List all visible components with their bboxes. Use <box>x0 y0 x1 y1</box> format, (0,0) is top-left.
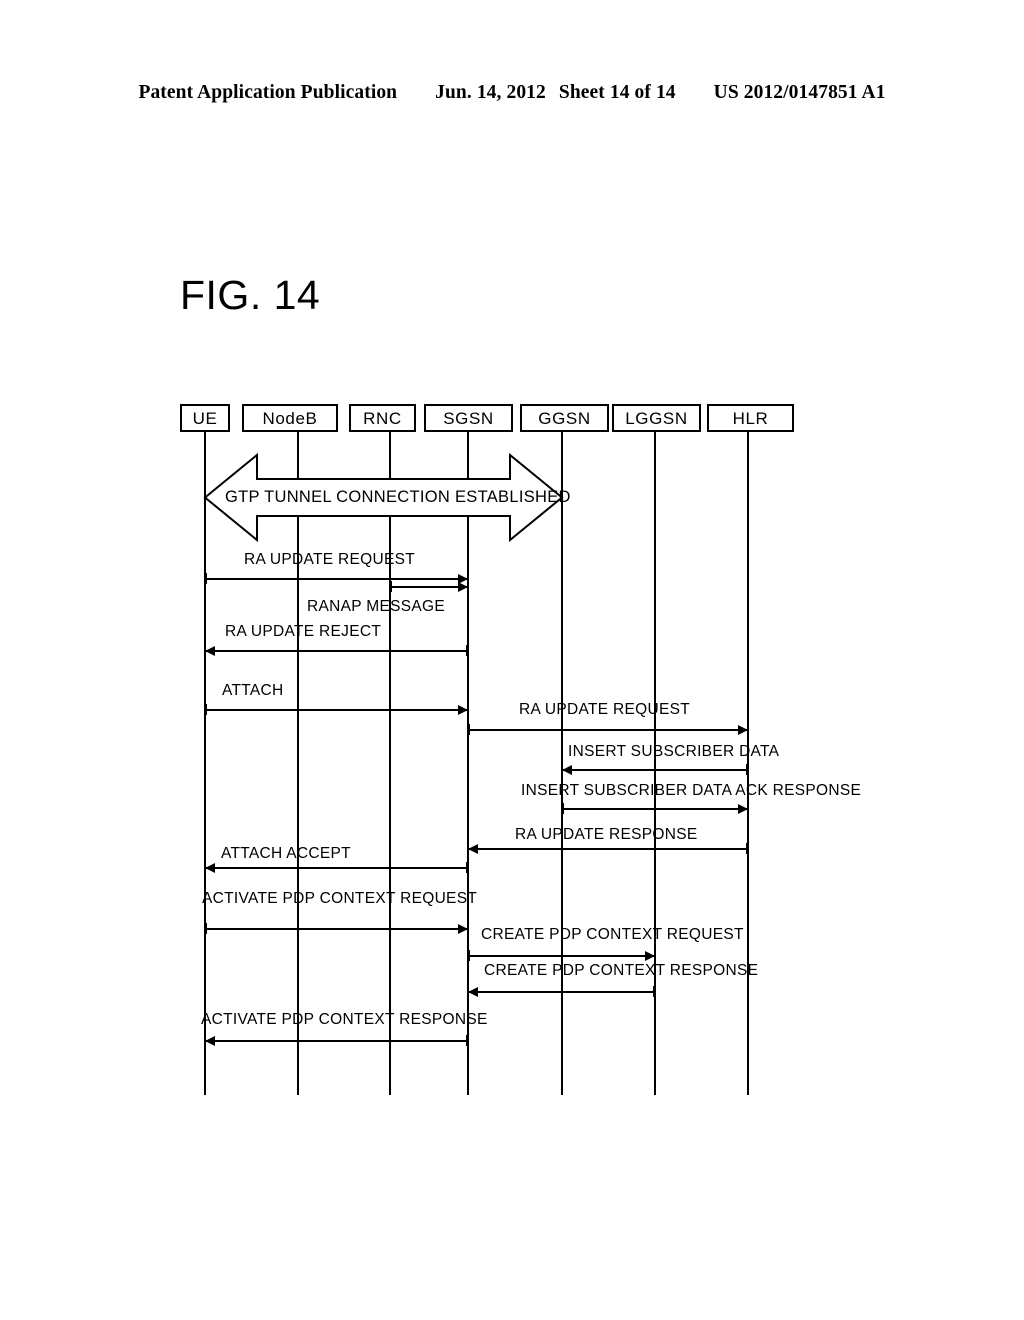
node-box-rnc: RNC <box>349 404 416 432</box>
message-tail-tick <box>205 923 207 934</box>
message-line <box>468 848 748 850</box>
message-line <box>205 709 468 711</box>
message-label: ACTIVATE PDP CONTEXT REQUEST <box>202 890 478 907</box>
message-line <box>468 729 748 731</box>
message-line <box>205 928 468 930</box>
message-label: RA UPDATE REQUEST <box>244 551 416 568</box>
node-box-lggsn: LGGSN <box>612 404 701 432</box>
message-label: ATTACH <box>222 682 284 699</box>
message-label: ACTIVATE PDP CONTEXT RESPONSE <box>201 1011 488 1028</box>
message-tail-tick <box>468 724 470 735</box>
message-tail-tick <box>746 843 748 854</box>
arrow-head-right <box>458 924 468 934</box>
node-box-label: UE <box>192 409 218 428</box>
message-label: RA UPDATE RESPONSE <box>515 826 698 843</box>
message-label: INSERT SUBSCRIBER DATA <box>568 743 780 760</box>
arrow-head-right <box>738 725 748 735</box>
arrow-head-right <box>458 705 468 715</box>
sequence-diagram: UE NodeB RNC SGSN GGSN LGGSN HLR GTP TUNNEL CON… <box>0 0 1024 1320</box>
message-line <box>390 586 468 588</box>
message-line <box>205 867 468 869</box>
message-line <box>205 650 468 652</box>
arrow-head-right <box>738 804 748 814</box>
message-line <box>205 1040 468 1042</box>
message-label: CREATE PDP CONTEXT RESPONSE <box>484 962 759 979</box>
gtp-tunnel-label: GTP TUNNEL CONNECTION ESTABLISHED <box>225 487 571 506</box>
message-tail-tick <box>653 986 655 997</box>
message-line <box>468 955 655 957</box>
message-line <box>205 578 468 580</box>
arrow-head-left <box>468 844 478 854</box>
patent-figure-page: Patent Application Publication Jun. 14, 2… <box>0 0 1024 1320</box>
message-tail-tick <box>205 573 207 584</box>
message-tail-tick <box>746 764 748 775</box>
message-tail-tick <box>390 581 392 592</box>
node-box-hlr: HLR <box>707 404 794 432</box>
message-label: RANAP MESSAGE <box>307 598 445 615</box>
message-tail-tick <box>468 950 470 961</box>
arrow-head-right <box>645 951 655 961</box>
message-line <box>562 808 748 810</box>
message-line <box>562 769 748 771</box>
message-tail-tick <box>466 1035 468 1046</box>
node-box-nodeb: NodeB <box>242 404 338 432</box>
arrow-head-left <box>205 1036 215 1046</box>
node-box-label: HLR <box>732 409 769 428</box>
arrow-head-left <box>562 765 572 775</box>
message-line <box>468 991 655 993</box>
node-box-ue: UE <box>180 404 230 432</box>
message-tail-tick <box>562 803 564 814</box>
message-label: RA UPDATE REJECT <box>225 623 382 640</box>
message-tail-tick <box>466 862 468 873</box>
message-tail-tick <box>205 704 207 715</box>
node-box-label: RNC <box>363 409 402 428</box>
message-tail-tick <box>466 645 468 656</box>
message-label: INSERT SUBSCRIBER DATA ACK RESPONSE <box>521 782 862 799</box>
node-box-label: SGSN <box>443 409 494 428</box>
message-label: RA UPDATE REQUEST <box>519 701 691 718</box>
arrow-head-left <box>468 987 478 997</box>
node-box-sgsn: SGSN <box>424 404 513 432</box>
arrow-head-left <box>205 646 215 656</box>
message-label: ATTACH ACCEPT <box>221 845 351 862</box>
node-box-label: GGSN <box>538 409 591 428</box>
node-box-label: NodeB <box>262 409 318 428</box>
node-box-label: LGGSN <box>625 409 688 428</box>
message-label: CREATE PDP CONTEXT REQUEST <box>481 926 744 943</box>
arrow-head-right <box>458 582 468 592</box>
arrow-head-left <box>205 863 215 873</box>
node-box-ggsn: GGSN <box>520 404 609 432</box>
